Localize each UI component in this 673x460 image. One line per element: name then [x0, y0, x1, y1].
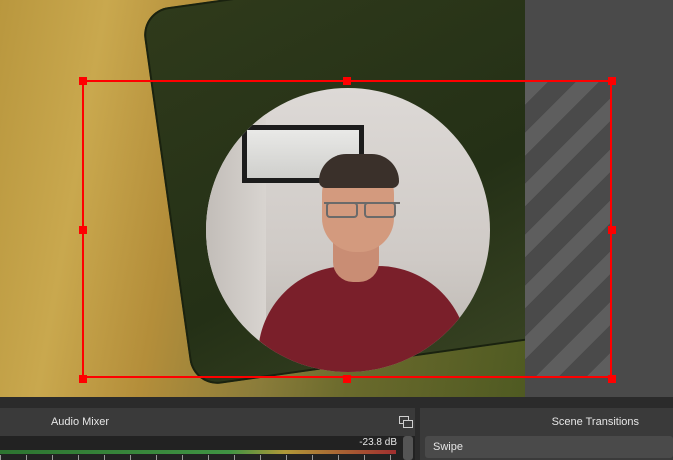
resize-handle-top-left[interactable]: [79, 77, 87, 85]
undock-icon[interactable]: [399, 416, 413, 429]
volume-db-readout: -23.8 dB: [359, 437, 397, 448]
scene-transitions-title: Scene Transitions: [551, 416, 639, 428]
mixer-scrollbar[interactable]: [403, 436, 413, 460]
selection-bounding-box[interactable]: [82, 80, 612, 378]
resize-handle-bottom-right[interactable]: [608, 375, 616, 383]
resize-handle-top-right[interactable]: [608, 77, 616, 85]
scene-transitions-panel: Scene Transitions Swipe: [420, 408, 673, 460]
resize-handle-bottom-left[interactable]: [79, 375, 87, 383]
resize-handle-top[interactable]: [343, 77, 351, 85]
resize-handle-right[interactable]: [608, 226, 616, 234]
audio-channel: -23.8 dB: [0, 436, 415, 460]
meter-scale: [0, 455, 396, 460]
resize-handle-bottom[interactable]: [343, 375, 351, 383]
volume-meter: [0, 450, 396, 454]
resize-handle-left[interactable]: [79, 226, 87, 234]
transition-select[interactable]: Swipe: [425, 436, 673, 458]
audio-mixer-title: Audio Mixer: [50, 416, 110, 428]
preview-canvas[interactable]: [0, 0, 673, 397]
audio-mixer-panel: Audio Mixer -23.8 dB: [0, 408, 415, 460]
